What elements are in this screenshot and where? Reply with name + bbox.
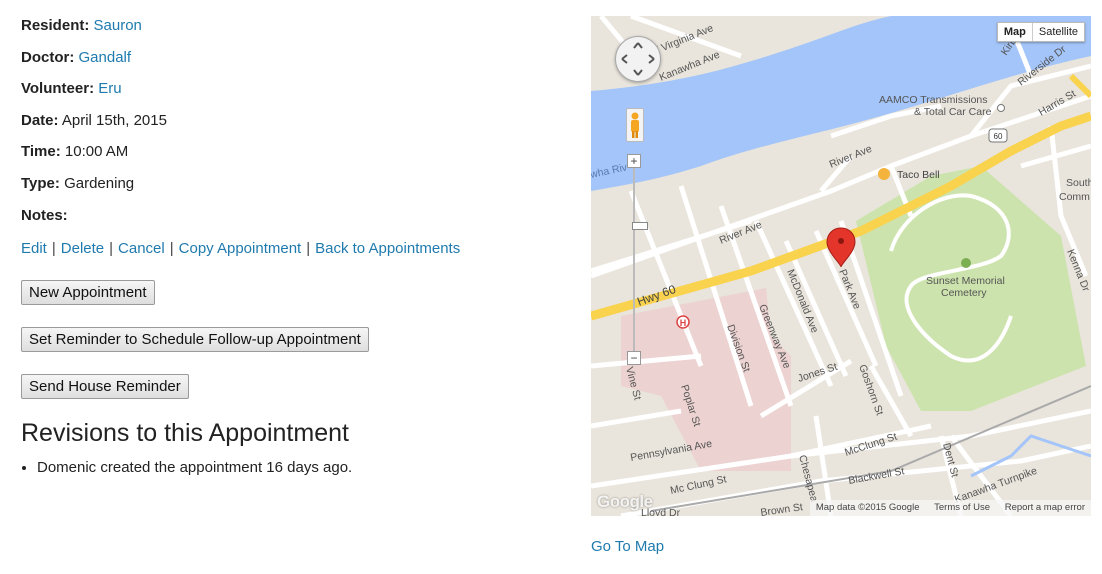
type-value: Gardening bbox=[64, 174, 135, 192]
set-reminder-button[interactable]: Set Reminder to Schedule Follow-up Appoi… bbox=[21, 327, 369, 352]
zoom-control: + − bbox=[627, 154, 648, 366]
doctor-label: Doctor: bbox=[21, 48, 75, 66]
doctor-link[interactable]: Gandalf bbox=[79, 49, 132, 66]
revision-item: Domenic created the appointment 16 days … bbox=[37, 457, 352, 479]
time-label: Time: bbox=[21, 143, 61, 161]
resident-row: Resident: Sauron bbox=[21, 15, 561, 47]
zoom-slider-thumb[interactable] bbox=[632, 222, 648, 230]
map-label-south-2: Comm bbox=[1059, 191, 1090, 203]
appointment-details: Resident: Sauron Doctor: Gandalf Volunte… bbox=[21, 15, 561, 476]
date-value: April 15th, 2015 bbox=[61, 111, 167, 129]
map-attribution: Map data ©2015 Google Terms of Use Repor… bbox=[809, 500, 1091, 516]
resident-label: Resident: bbox=[21, 17, 90, 34]
separator: | bbox=[306, 240, 311, 258]
map-type-map-button[interactable]: Map bbox=[998, 23, 1033, 41]
map-label-south-1: South bbox=[1066, 177, 1091, 189]
poi-icon bbox=[997, 104, 1005, 112]
copy-appointment-link[interactable]: Copy Appointment bbox=[179, 240, 302, 257]
type-label: Type: bbox=[21, 174, 60, 192]
cancel-link[interactable]: Cancel bbox=[118, 240, 165, 257]
restaurant-icon bbox=[878, 168, 890, 180]
send-house-reminder-button[interactable]: Send House Reminder bbox=[21, 374, 189, 399]
separator: | bbox=[109, 240, 114, 258]
time-value: 10:00 AM bbox=[64, 143, 129, 161]
edit-link[interactable]: Edit bbox=[21, 240, 47, 257]
terms-of-use-link[interactable]: Terms of Use bbox=[934, 502, 990, 513]
volunteer-label: Volunteer: bbox=[21, 80, 95, 98]
notes-label: Notes: bbox=[21, 206, 68, 224]
google-logo: Google bbox=[597, 492, 653, 511]
go-to-map-link[interactable]: Go To Map bbox=[591, 536, 664, 558]
time-row: Time: 10:00 AM bbox=[21, 141, 561, 173]
zoom-in-button[interactable]: + bbox=[627, 154, 641, 168]
map-label-aamco-1: AAMCO Transmissions bbox=[879, 94, 988, 106]
date-label: Date: bbox=[21, 111, 59, 129]
map-type-satellite-button[interactable]: Satellite bbox=[1033, 23, 1084, 41]
zoom-slider-track[interactable] bbox=[632, 168, 648, 351]
map-view[interactable]: H 60 W Virginia Ave Kanawha Ave Kirby St… bbox=[591, 16, 1091, 516]
separator: | bbox=[169, 240, 174, 258]
action-links: Edit | Delete | Cancel | Copy Appointment | Back… bbox=[21, 238, 561, 260]
doctor-row: Doctor: Gandalf bbox=[21, 47, 561, 79]
map-label-taco-bell: Taco Bell bbox=[897, 169, 940, 181]
volunteer-row: Volunteer: Eru bbox=[21, 78, 561, 110]
notes-row: Notes: bbox=[21, 205, 561, 237]
resident-link[interactable]: Sauron bbox=[94, 17, 142, 34]
volunteer-link[interactable]: Eru bbox=[98, 80, 121, 97]
map-label-aamco-2: & Total Car Care bbox=[914, 106, 992, 118]
date-row: Date: April 15th, 2015 bbox=[21, 110, 561, 142]
separator: | bbox=[51, 240, 56, 258]
map-label-sunset-2: Cemetery bbox=[941, 287, 987, 299]
cemetery-icon bbox=[961, 258, 971, 268]
back-to-appointments-link[interactable]: Back to Appointments bbox=[315, 240, 460, 257]
delete-link[interactable]: Delete bbox=[61, 240, 104, 257]
zoom-out-button[interactable]: − bbox=[627, 351, 641, 365]
map-label-sunset-1: Sunset Memorial bbox=[926, 275, 1005, 287]
map-canvas: H 60 W Virginia Ave Kanawha Ave Kirby St… bbox=[591, 16, 1091, 516]
new-appointment-button[interactable]: New Appointment bbox=[21, 280, 155, 305]
pan-arrows-icon bbox=[621, 42, 655, 76]
type-row: Type: Gardening bbox=[21, 173, 561, 205]
hospital-letter: H bbox=[680, 318, 687, 328]
pan-control[interactable] bbox=[615, 36, 661, 82]
street-view-pegman-icon[interactable] bbox=[626, 108, 644, 142]
revisions-heading: Revisions to this Appointment bbox=[21, 419, 349, 447]
map-data-credit: Map data ©2015 Google bbox=[815, 502, 920, 513]
map-type-control: Map Satellite bbox=[996, 22, 1085, 42]
revisions-list: Domenic created the appointment 16 days … bbox=[21, 457, 352, 479]
highway-shield-label: 60 bbox=[994, 132, 1003, 141]
report-map-error-link[interactable]: Report a map error bbox=[1005, 502, 1085, 513]
